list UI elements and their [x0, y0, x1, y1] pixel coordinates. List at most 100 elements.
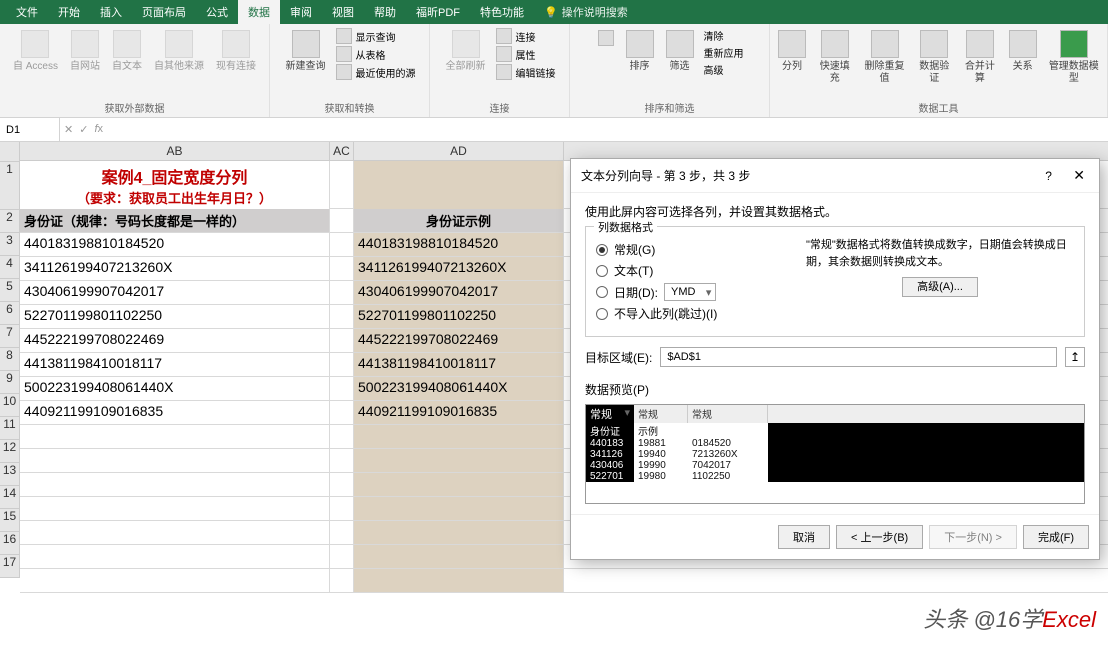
dest-input[interactable] — [660, 347, 1057, 367]
tab-layout[interactable]: 页面布局 — [132, 0, 196, 24]
cancel-icon[interactable]: ✕ — [64, 123, 73, 136]
radio-general[interactable]: 常规(G) — [596, 241, 786, 258]
cell-ad3: 440183198810184520 — [354, 233, 564, 256]
row-header-3[interactable]: 3 — [0, 233, 19, 256]
range-picker-icon[interactable]: ↥ — [1065, 347, 1085, 367]
row-header-4[interactable]: 4 — [0, 256, 19, 279]
cell-ad10: 440921199109016835 — [354, 401, 564, 424]
row-header-16[interactable]: 16 — [0, 532, 19, 555]
tell-me[interactable]: 💡 操作说明搜索 — [544, 4, 628, 20]
from-web-button[interactable]: 自网站 — [68, 28, 102, 75]
tab-insert[interactable]: 插入 — [90, 0, 132, 24]
row-header-2[interactable]: 2 — [0, 210, 19, 233]
recent-source[interactable]: 最近使用的源 — [336, 64, 416, 80]
dest-label: 目标区域(E): — [585, 349, 652, 366]
tell-me-label: 操作说明搜索 — [562, 4, 628, 20]
next-button[interactable]: 下一步(N) > — [929, 525, 1017, 549]
from-table[interactable]: 从表格 — [336, 46, 416, 62]
finish-button[interactable]: 完成(F) — [1023, 525, 1089, 549]
ribbon-tabs: 文件 开始 插入 页面布局 公式 数据 审阅 视图 帮助 福昕PDF 特色功能 … — [0, 0, 1108, 24]
sort-button[interactable]: 排序 — [624, 28, 656, 75]
new-query-button[interactable]: 新建查询 — [284, 28, 328, 75]
manage-model-button[interactable]: 管理数据模型 — [1047, 28, 1101, 87]
from-text-button[interactable]: 自文本 — [110, 28, 144, 75]
select-all[interactable] — [0, 142, 20, 162]
cell-ab4: 341126199407213260X — [20, 257, 330, 280]
cell-ad6: 522701199801102250 — [354, 305, 564, 328]
properties[interactable]: 属性 — [496, 46, 556, 62]
text-to-columns-button[interactable]: 分列 — [776, 28, 808, 75]
row-header-8[interactable]: 8 — [0, 348, 19, 371]
dialog-help[interactable]: ? — [1045, 169, 1052, 183]
dialog-close-button[interactable]: ✕ — [1069, 167, 1089, 183]
show-query[interactable]: 显示查询 — [336, 28, 416, 44]
flash-fill-button[interactable]: 快速填充 — [816, 28, 854, 87]
group-sort-filter: 排序和筛选 — [645, 100, 695, 115]
col-header-ac[interactable]: AC — [330, 142, 354, 160]
clear-filter[interactable]: 清除 — [704, 28, 744, 43]
filter-button[interactable]: 筛选 — [664, 28, 696, 75]
header-ad: 身份证示例 — [354, 209, 564, 232]
cell-ab7: 445222199708022469 — [20, 329, 330, 352]
tab-pdf[interactable]: 福昕PDF — [406, 0, 470, 24]
row-header-7[interactable]: 7 — [0, 325, 19, 348]
row-header-9[interactable]: 9 — [0, 371, 19, 394]
advanced-button[interactable]: 高级(A)... — [902, 277, 978, 297]
relationships-button[interactable]: 关系 — [1007, 28, 1039, 75]
reapply-filter[interactable]: 重新应用 — [704, 45, 744, 60]
fx-icon[interactable]: fx — [94, 123, 103, 136]
row-header-13[interactable]: 13 — [0, 463, 19, 486]
tab-help[interactable]: 帮助 — [364, 0, 406, 24]
radio-date[interactable]: 日期(D): YMD — [596, 283, 786, 301]
remove-dup-button[interactable]: 删除重复值 — [862, 28, 908, 87]
radio-text[interactable]: 文本(T) — [596, 262, 786, 279]
row-header-17[interactable]: 17 — [0, 555, 19, 578]
row-header-12[interactable]: 12 — [0, 440, 19, 463]
enter-icon[interactable]: ✓ — [79, 123, 88, 136]
row-header-14[interactable]: 14 — [0, 486, 19, 509]
cell-ad4: 341126199407213260X — [354, 257, 564, 280]
tab-review[interactable]: 审阅 — [280, 0, 322, 24]
tab-file[interactable]: 文件 — [6, 0, 48, 24]
name-box[interactable]: D1 — [0, 118, 60, 141]
cell-ad7: 445222199708022469 — [354, 329, 564, 352]
back-button[interactable]: < 上一步(B) — [836, 525, 923, 549]
tab-data[interactable]: 数据 — [238, 0, 280, 24]
row-header-6[interactable]: 6 — [0, 302, 19, 325]
cell-ad9: 500223199408061440X — [354, 377, 564, 400]
tab-view[interactable]: 视图 — [322, 0, 364, 24]
format-info: "常规"数据格式将数值转换成数字，日期值会转换成日期，其余数据则转换成文本。 — [806, 237, 1074, 270]
col-format-label: 列数据格式 — [594, 219, 657, 235]
row-header-5[interactable]: 5 — [0, 279, 19, 302]
edit-links[interactable]: 编辑链接 — [496, 64, 556, 80]
refresh-all-button[interactable]: 全部刷新 — [444, 28, 488, 75]
ribbon-data: 自 Access 自网站 自文本 自其他来源 现有连接 获取外部数据 新建查询 … — [0, 24, 1108, 118]
text-to-columns-dialog: 文本分列向导 - 第 3 步，共 3 步 ? ✕ 使用此屏内容可选择各列，并设置… — [570, 158, 1100, 560]
col-header-ab[interactable]: AB — [20, 142, 330, 160]
az-sort[interactable] — [596, 28, 616, 48]
row-header-15[interactable]: 15 — [0, 509, 19, 532]
connections[interactable]: 连接 — [496, 28, 556, 44]
formula-bar: D1 ✕ ✓ fx — [0, 118, 1108, 142]
bulb-icon: 💡 — [544, 6, 558, 19]
data-validation-button[interactable]: 数据验证 — [916, 28, 954, 87]
cancel-button[interactable]: 取消 — [778, 525, 830, 549]
cell-ad8: 441381198410018117 — [354, 353, 564, 376]
watermark: 头条 @16学Excel — [923, 602, 1096, 634]
date-format-select[interactable]: YMD — [664, 283, 716, 301]
existing-conn-button[interactable]: 现有连接 — [214, 28, 258, 75]
col-header-ad[interactable]: AD — [354, 142, 564, 160]
tab-formula[interactable]: 公式 — [196, 0, 238, 24]
tab-home[interactable]: 开始 — [48, 0, 90, 24]
radio-skip[interactable]: 不导入此列(跳过)(I) — [596, 305, 786, 322]
row-header-11[interactable]: 11 — [0, 417, 19, 440]
row-header-10[interactable]: 10 — [0, 394, 19, 417]
from-access-button[interactable]: 自 Access — [11, 28, 60, 75]
subtitle-cell: （要求：获取员工出生年月日？） — [24, 188, 325, 207]
row-header-1[interactable]: 1 — [0, 162, 19, 210]
from-other-button[interactable]: 自其他来源 — [152, 28, 206, 75]
advanced-filter[interactable]: 高级 — [704, 62, 744, 77]
cell-ab9: 500223199408061440X — [20, 377, 330, 400]
tab-feature[interactable]: 特色功能 — [470, 0, 534, 24]
consolidate-button[interactable]: 合并计算 — [961, 28, 999, 87]
